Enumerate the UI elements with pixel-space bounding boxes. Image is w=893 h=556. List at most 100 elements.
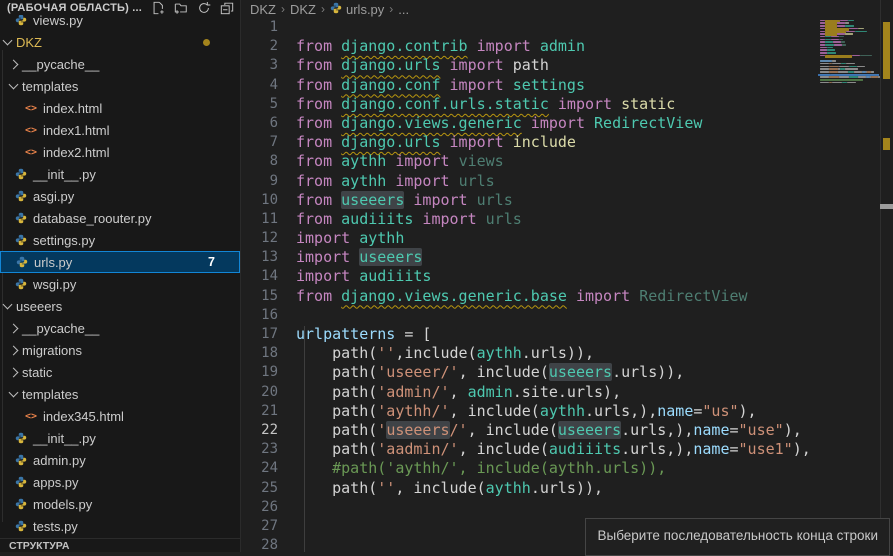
line-number: 26 (241, 498, 278, 517)
line-number: 28 (241, 536, 278, 555)
code-line[interactable]: 5from django.conf.urls.static import sta… (241, 95, 893, 114)
code-line[interactable]: 24 #path('aythh/', include(aythh.urls)), (241, 459, 893, 478)
new-file-icon[interactable] (150, 1, 165, 16)
tree-item--init-py[interactable]: __init__.py (0, 427, 240, 449)
tree-item-label: templates (22, 79, 78, 94)
breadcrumb-label: DKZ (290, 2, 316, 17)
tree-item-dkz[interactable]: DKZ (0, 31, 240, 53)
code-text: path('useeer/', include(useeers.urls)), (278, 363, 684, 382)
tree-item-database-roouter-py[interactable]: database_roouter.py (0, 207, 240, 229)
code-line[interactable]: 17urlpatterns = [ (241, 325, 893, 344)
new-folder-icon[interactable] (173, 1, 188, 16)
code-line[interactable]: 20 path('admin/', admin.site.urls), (241, 383, 893, 402)
minimap-line-segment (827, 47, 832, 49)
tree-item-useeers[interactable]: useeers (0, 295, 240, 317)
tree-item-label: models.py (33, 497, 92, 512)
code-line[interactable]: 25 path('', include(aythh.urls)), (241, 479, 893, 498)
minimap-line-segment (832, 63, 841, 65)
code-line[interactable]: 7from django.urls import include (241, 133, 893, 152)
code-text: from django.urls import include (278, 133, 576, 152)
chevron-down-icon (9, 80, 19, 90)
tree-item-templates[interactable]: templates (0, 75, 240, 97)
tree-item-urls-py[interactable]: urls.py7 (0, 251, 240, 273)
tree-item-index2-html[interactable]: <>index2.html (0, 141, 240, 163)
tree-item-apps-py[interactable]: apps.py (0, 471, 240, 493)
minimap[interactable] (818, 0, 879, 552)
tree-item-asgi-py[interactable]: asgi.py (0, 185, 240, 207)
tree-item-migrations[interactable]: migrations (0, 339, 240, 361)
code-line[interactable]: 9from aythh import urls (241, 172, 893, 191)
code-text: from django.conf import settings (278, 76, 585, 95)
minimap-line-segment (857, 66, 865, 68)
breadcrumb-label: DKZ (250, 2, 276, 17)
tree-item-label: database_roouter.py (33, 211, 152, 226)
tree-item-admin-py[interactable]: admin.py (0, 449, 240, 471)
breadcrumb-item[interactable]: DKZ (290, 2, 316, 17)
line-number: 19 (241, 363, 278, 382)
breadcrumb-item[interactable]: ... (398, 2, 409, 17)
code-line[interactable]: 3from django.urls import path (241, 56, 893, 75)
code-line[interactable]: 1 (241, 18, 893, 37)
code-text (278, 18, 296, 37)
breadcrumb-item[interactable]: DKZ (250, 2, 276, 17)
refresh-icon[interactable] (196, 1, 211, 16)
tree-item--init-py[interactable]: __init__.py (0, 163, 240, 185)
code-text: path('aadmin/', include(audiiits.urls,),… (278, 440, 811, 459)
python-file-icon (14, 431, 28, 445)
code-line[interactable]: 4from django.conf import settings (241, 76, 893, 95)
code-text: path('',include(aythh.urls)), (278, 344, 594, 363)
tree-item-index1-html[interactable]: <>index1.html (0, 119, 240, 141)
line-number: 1 (241, 18, 278, 37)
code-line[interactable]: 23 path('aadmin/', include(audiiits.urls… (241, 440, 893, 459)
code-line[interactable]: 6from django.views.generic import Redire… (241, 114, 893, 133)
breadcrumb-separator-icon: › (281, 2, 285, 16)
chevron-down-icon (3, 300, 13, 310)
code-area[interactable]: 12from django.contrib import admin3from … (241, 18, 893, 552)
code-line[interactable]: 8from aythh import views (241, 152, 893, 171)
code-text (278, 498, 296, 517)
code-line[interactable]: 16 (241, 306, 893, 325)
tree-item--pycache-[interactable]: __pycache__ (0, 317, 240, 339)
outline-section-header[interactable]: СТРУКТУРА (0, 538, 240, 552)
code-line[interactable]: 18 path('',include(aythh.urls)), (241, 344, 893, 363)
code-line[interactable]: 11from audiiits import urls (241, 210, 893, 229)
tree-item-index345-html[interactable]: <>index345.html (0, 405, 240, 427)
tree-item-models-py[interactable]: models.py (0, 493, 240, 515)
code-line[interactable]: 21 path('aythh/', include(aythh.urls,),n… (241, 402, 893, 421)
tree-item-label: __init__.py (33, 431, 96, 446)
tree-item-tests-py[interactable]: tests.py (0, 515, 240, 537)
line-number: 17 (241, 325, 278, 344)
code-text (278, 517, 296, 536)
tree-item-label: index2.html (43, 145, 109, 160)
line-number: 27 (241, 517, 278, 536)
code-line[interactable]: 14import audiiits (241, 267, 893, 286)
tree-item-templates[interactable]: templates (0, 383, 240, 405)
python-file-icon (14, 13, 28, 27)
collapse-all-icon[interactable] (219, 1, 234, 16)
code-text (278, 536, 296, 555)
tree-item-label: index1.html (43, 123, 109, 138)
code-line[interactable]: 19 path('useeer/', include(useeers.urls)… (241, 363, 893, 382)
line-number: 15 (241, 287, 278, 306)
tree-item-settings-py[interactable]: settings.py (0, 229, 240, 251)
tree-item-label: __pycache__ (22, 321, 99, 336)
explorer-section-header[interactable]: (РАБОЧАЯ ОБЛАСТЬ) ... (0, 0, 240, 15)
code-line[interactable]: 26 (241, 498, 893, 517)
minimap-line-segment (849, 76, 857, 78)
problems-count-badge: 7 (208, 255, 215, 269)
tree-item-wsgi-py[interactable]: wsgi.py (0, 273, 240, 295)
overview-ruler[interactable] (880, 0, 893, 552)
code-text: path('useeers/', include(useeers.urls,),… (278, 421, 802, 440)
code-line[interactable]: 15from django.views.generic.base import … (241, 287, 893, 306)
minimap-line-segment (820, 49, 827, 51)
cursor-marker (880, 204, 893, 209)
tree-item-static[interactable]: static (0, 361, 240, 383)
code-line[interactable]: 12import aythh (241, 229, 893, 248)
tree-item--pycache-[interactable]: __pycache__ (0, 53, 240, 75)
code-line[interactable]: 22 path('useeers/', include(useeers.urls… (241, 421, 893, 440)
code-line[interactable]: 10from useeers import urls (241, 191, 893, 210)
code-line[interactable]: 2from django.contrib import admin (241, 37, 893, 56)
tree-item-index-html[interactable]: <>index.html (0, 97, 240, 119)
code-line[interactable]: 13import useeers (241, 248, 893, 267)
breadcrumb-item[interactable]: urls.py (330, 2, 384, 17)
